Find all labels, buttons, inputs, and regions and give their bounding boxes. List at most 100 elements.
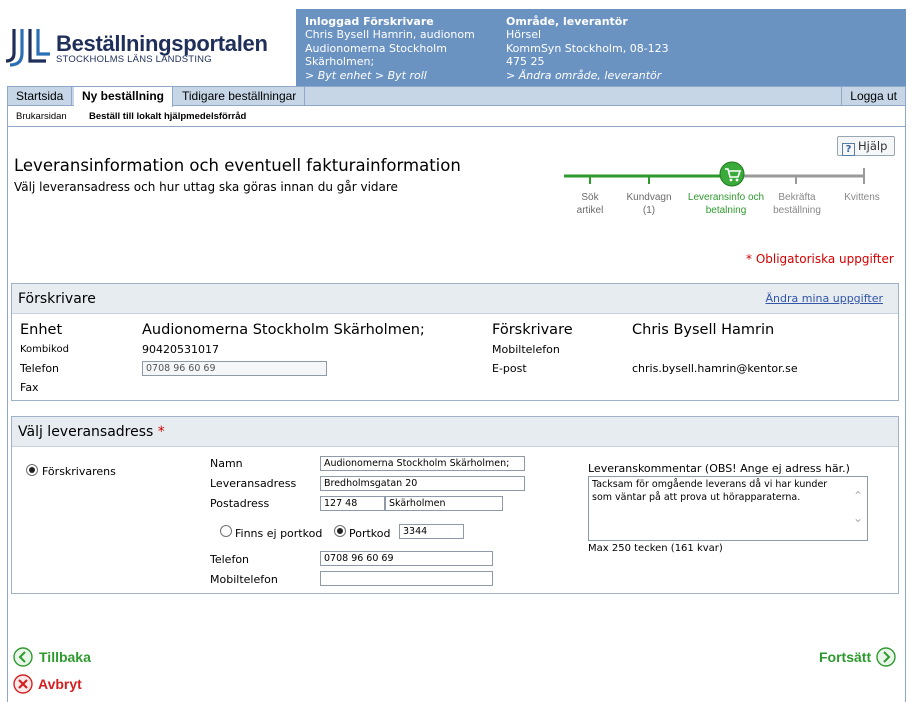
prescriber-section-title: Förskrivare: [18, 291, 96, 307]
change-unit-role-link[interactable]: > Byt enhet > Byt roll: [305, 69, 475, 82]
cancel-x-icon: [13, 674, 33, 694]
logged-in-prescriber: Inloggad Förskrivare Chris Bysell Hamrin…: [305, 15, 475, 82]
leverans-mobil-label: Mobiltelefon: [210, 573, 278, 586]
continue-label: Fortsätt: [819, 649, 872, 665]
step-leveransinfo: Leveransinfo och betalning: [688, 191, 764, 217]
portkod-input[interactable]: 3344: [399, 524, 464, 539]
postadress-label: Postadress: [210, 497, 270, 510]
help-label: Hjälp: [858, 139, 888, 153]
delivery-section-title: Välj leveransadress *: [18, 424, 165, 440]
no-portkod-label: Finns ej portkod: [235, 527, 323, 540]
area-heading: Område, leverantör: [506, 15, 628, 28]
tab-ny-bestallning[interactable]: Ny beställning: [74, 87, 174, 107]
page-subtitle: Välj leveransadress och hur uttag ska gö…: [14, 180, 398, 194]
prescriber-line: Skärholmen;: [305, 55, 375, 69]
scroll-up-icon[interactable]: ⌃: [853, 490, 863, 502]
step-kvittens: Kvittens: [844, 191, 880, 204]
tab-startsida[interactable]: Startsida: [8, 87, 73, 105]
logout-button[interactable]: Logga ut: [841, 87, 905, 105]
arrow-right-icon: [876, 647, 896, 667]
prescriber-line: Audionomerna Stockholm: [305, 41, 447, 55]
namn-label: Namn: [210, 457, 243, 470]
logo: Beställningsportalen STOCKHOLMS LÄNS LAN…: [6, 27, 268, 69]
address-option-label: Förskrivarens: [42, 465, 116, 478]
mandatory-note: * Obligatoriska uppgifter: [746, 252, 894, 266]
delivery-title-text: Välj leveransadress: [18, 424, 154, 440]
leveransadress-label: Leveransadress: [210, 477, 297, 490]
comment-label: Leveranskommentar (OBS! Ange ej adress h…: [588, 462, 850, 475]
leverans-mobil-input[interactable]: [320, 571, 493, 586]
cart-current-step-icon: [719, 161, 745, 187]
area-line: 475 25: [506, 55, 545, 69]
prescriber-phone-field: 0708 96 60 69: [142, 361, 327, 376]
prescriber-heading: Inloggad Förskrivare: [305, 15, 434, 28]
ort-input[interactable]: Skärholmen: [385, 496, 503, 511]
logo-subtitle: STOCKHOLMS LÄNS LANDSTING: [56, 54, 212, 65]
fax-label: Fax: [20, 381, 39, 394]
leveransadress-input[interactable]: Bredholmsgatan 20: [320, 476, 525, 491]
cancel-button[interactable]: Avbryt: [13, 674, 113, 696]
arrow-left-icon: [13, 647, 33, 667]
forskrivare-label: Förskrivare: [492, 322, 573, 338]
edit-my-details-link[interactable]: Ändra mina uppgifter: [766, 292, 883, 305]
delivery-section: Välj leveransadress * Förskrivarens Namn…: [11, 416, 899, 594]
no-portkod-radio[interactable]: [220, 525, 232, 537]
step-label-line: betalning: [705, 205, 747, 216]
help-icon: ?: [842, 143, 855, 156]
continue-button[interactable]: Fortsätt: [808, 647, 898, 669]
portkod-label: Portkod: [349, 527, 391, 540]
breadcrumb-current: Beställ till lokalt hjälpmedelsförråd: [89, 111, 247, 122]
step-kundvagn[interactable]: Kundvagn (1): [626, 191, 671, 217]
mobiltelefon-label: Mobiltelefon: [492, 343, 560, 356]
delivery-comment-textarea[interactable]: Tacksam för omgående leverans då vi har …: [588, 476, 868, 541]
scroll-down-icon[interactable]: ⌄: [853, 512, 863, 524]
area-line: KommSyn Stockholm, 08-123: [506, 41, 669, 55]
step-label-line: Sök: [581, 192, 599, 203]
progress-track: [564, 161, 865, 187]
comment-text: Tacksam för omgående leverans då vi har …: [592, 479, 828, 503]
portkod-radio[interactable]: [334, 525, 346, 537]
order-progress: Sök artikel Kundvagn (1) Leveransinfo oc…: [560, 160, 900, 220]
frame-border-left: [7, 106, 8, 702]
back-label: Tillbaka: [39, 649, 91, 665]
step-label-line: (1): [642, 205, 656, 216]
forskrivare-value: Chris Bysell Hamrin: [632, 322, 775, 338]
landsting-logo-icon: [6, 29, 50, 67]
prescriber-section: Förskrivare Ändra mina uppgifter Enhet A…: [11, 283, 899, 401]
required-mark: *: [157, 424, 165, 440]
postnummer-input[interactable]: 127 48: [320, 496, 385, 511]
step-label-line: artikel: [576, 205, 604, 216]
user-panel: Inloggad Förskrivare Chris Bysell Hamrin…: [296, 9, 906, 86]
delivery-section-header: Välj leveransadress *: [12, 417, 898, 447]
kombikod-value: 90420531017: [142, 343, 219, 356]
step-label-line: Kundvagn: [626, 192, 672, 203]
enhet-label: Enhet: [20, 322, 63, 338]
tab-bar: Startsida Ny beställning Tidigare bestäl…: [7, 86, 906, 107]
enhet-value: Audionomerna Stockholm Skärholmen;: [142, 322, 425, 338]
cancel-label: Avbryt: [38, 676, 82, 692]
prescriber-section-header: Förskrivare Ändra mina uppgifter: [12, 284, 898, 314]
leverans-telefon-label: Telefon: [210, 553, 250, 566]
step-label-line: Leveransinfo och: [687, 192, 765, 203]
tab-tidigare-bestallningar[interactable]: Tidigare beställningar: [174, 87, 306, 105]
step-sok-artikel[interactable]: Sök artikel: [577, 191, 604, 217]
epost-label: E-post: [492, 362, 527, 375]
namn-input[interactable]: Audionomerna Stockholm Skärholmen;: [320, 456, 525, 471]
leverans-telefon-input[interactable]: 0708 96 60 69: [320, 551, 493, 566]
step-label-line: Kvittens: [844, 192, 880, 203]
step-label-line: Bekräfta: [778, 192, 816, 203]
change-area-link[interactable]: > Ändra område, leverantör: [506, 69, 669, 82]
area-line: Hörsel: [506, 28, 542, 42]
comment-limit: Max 250 tecken (161 kvar): [588, 543, 723, 554]
epost-value: chris.bysell.hamrin@kentor.se: [632, 362, 798, 375]
telefon-label: Telefon: [20, 362, 60, 375]
breadcrumb: Brukarsidan Beställ till lokalt hjälpmed…: [7, 107, 906, 127]
prescriber-line: Chris Bysell Hamrin, audionom: [305, 28, 475, 42]
address-option-radio[interactable]: [26, 464, 38, 476]
step-label-line: beställning: [773, 205, 821, 216]
help-button[interactable]: ? Hjälp: [837, 136, 895, 156]
step-bekrafta: Bekräfta beställning: [773, 191, 821, 217]
breadcrumb-brukarsidan[interactable]: Brukarsidan: [16, 111, 67, 122]
frame-border-right: [905, 106, 906, 702]
back-button[interactable]: Tillbaka: [13, 647, 113, 669]
